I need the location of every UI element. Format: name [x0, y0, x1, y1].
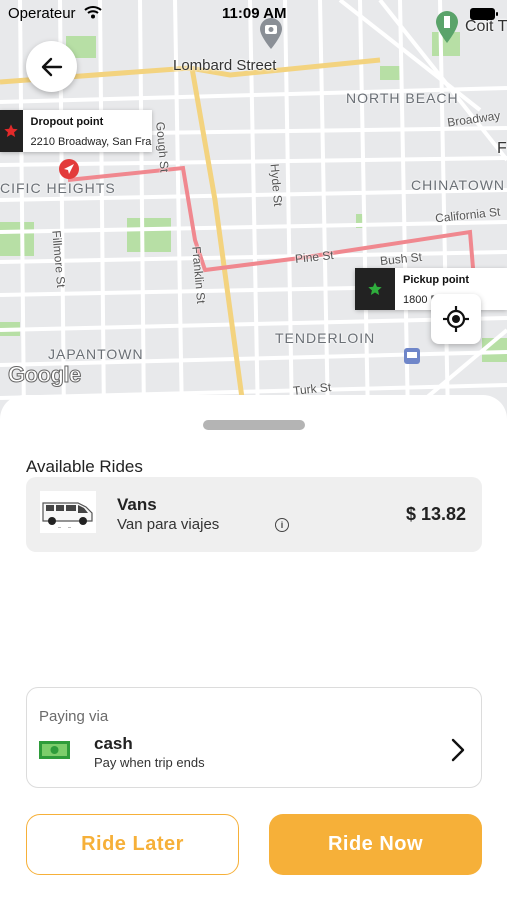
ride-name: Vans [117, 495, 157, 514]
cash-icon [39, 741, 70, 759]
poi-fe: Fe [497, 140, 507, 157]
ride-now-button[interactable]: Ride Now [269, 814, 482, 875]
ride-price: $ 13.82 [405, 504, 466, 524]
star-icon [4, 124, 18, 137]
available-rides-title: Available Rides [26, 457, 143, 476]
wifi-icon [84, 6, 102, 19]
pickup-title: Pickup point [403, 274, 469, 286]
dropoff-address: 2210 Broadway, San Fra [30, 136, 152, 148]
navigation-arrow-icon [59, 159, 79, 179]
status-bar: Operateur 11:09 AM [0, 0, 507, 28]
sheet-drag-handle[interactable] [203, 420, 305, 430]
ride-description: Van para viajes [117, 516, 220, 533]
neighborhood-chinatown: CHINATOWN [411, 177, 506, 193]
pickup-marker-badge [355, 268, 395, 310]
status-time: 11:09 AM [222, 5, 287, 22]
map-view[interactable]: Lombard Street Broadway California St Pi… [0, 0, 507, 420]
locate-me-button[interactable] [431, 294, 481, 344]
transit-poi-icon [404, 348, 420, 364]
dropoff-marker-badge [0, 110, 23, 152]
payment-method-name: cash [94, 734, 133, 753]
back-arrow-icon [41, 57, 62, 76]
van-icon [40, 491, 96, 533]
neighborhood-pacific-heights: CIFIC HEIGHTS [0, 180, 116, 196]
chevron-right-icon [451, 738, 465, 762]
neighborhood-japantown: JAPANTOWN [48, 346, 144, 362]
ride-later-button[interactable]: Ride Later [26, 814, 239, 875]
dropoff-title: Dropout point [30, 116, 104, 128]
ride-option-card[interactable]: Vans Van para viajes i $ 13.82 [26, 477, 482, 552]
star-icon [368, 282, 382, 295]
carrier-label: Operateur [8, 5, 76, 22]
neighborhood-north-beach: NORTH BEACH [346, 90, 459, 106]
payment-method-subtitle: Pay when trip ends [94, 755, 205, 770]
back-button[interactable] [26, 41, 77, 92]
paying-via-label: Paying via [39, 708, 109, 725]
payment-method-card[interactable]: Paying via cash Pay when trip ends [26, 687, 482, 788]
battery-icon [470, 8, 498, 20]
neighborhood-tenderloin: TENDERLOIN [275, 330, 376, 346]
info-icon[interactable]: i [275, 518, 289, 532]
bottom-sheet: Available Rides Vans Van para viajes i $… [0, 395, 507, 900]
google-logo: Google [8, 362, 82, 388]
dropoff-marker[interactable]: Dropout point 2210 Broadway, San Fra [0, 110, 152, 152]
street-label-lombard: Lombard Street [173, 57, 277, 74]
locate-icon [443, 306, 469, 332]
